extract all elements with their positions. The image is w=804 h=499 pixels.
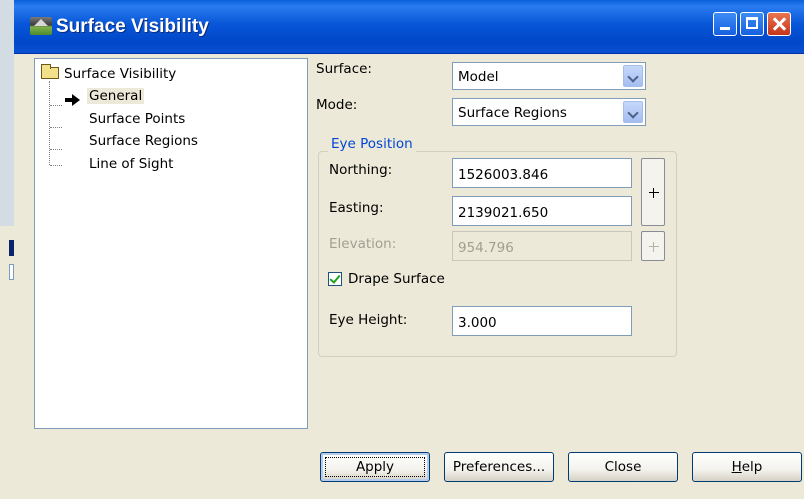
tree-connector xyxy=(50,165,62,166)
elevation-label: Elevation: xyxy=(329,236,397,252)
pick-location-button[interactable] xyxy=(641,158,665,226)
tree-connector xyxy=(50,105,62,106)
northing-field[interactable]: 1526003.846 xyxy=(452,158,632,188)
help-label: elp xyxy=(741,459,763,475)
surface-label: Surface: xyxy=(316,61,372,77)
close-label: Close xyxy=(604,459,642,475)
tree-item-general[interactable]: General xyxy=(87,87,145,105)
tree-connector xyxy=(50,149,62,150)
focus-rect xyxy=(325,457,425,477)
preferences-button[interactable]: Preferences... xyxy=(444,452,554,482)
maximize-button[interactable] xyxy=(740,12,764,36)
pick-elevation-button xyxy=(641,231,665,261)
elevation-field: 954.796 xyxy=(452,231,632,261)
drape-surface-checkbox[interactable] xyxy=(328,272,342,286)
folder-icon xyxy=(41,64,59,79)
tree-connector xyxy=(50,127,62,128)
crosshair-icon xyxy=(649,188,659,198)
arrow-icon xyxy=(65,94,83,106)
tree-root[interactable]: Surface Visibility xyxy=(64,65,176,83)
apply-button[interactable]: Apply xyxy=(320,452,430,482)
eye-position-title: Eye Position xyxy=(328,135,416,153)
app-icon xyxy=(30,17,52,35)
minimize-button[interactable] xyxy=(713,12,737,36)
surface-select[interactable]: Model xyxy=(452,62,646,90)
eye-height-label: Eye Height: xyxy=(329,312,408,328)
elevation-value: 954.796 xyxy=(458,240,514,256)
preferences-label: Preferences... xyxy=(452,459,546,475)
navigation-tree[interactable]: Surface Visibility General Surface Point… xyxy=(34,58,308,429)
tree-item-surface-regions[interactable]: Surface Regions xyxy=(89,132,198,150)
close-button[interactable]: Close xyxy=(568,452,678,482)
crosshair-icon xyxy=(649,242,659,252)
close-window-button[interactable] xyxy=(767,12,791,36)
surface-visibility-dialog: Surface Visibility Surface Visibility Ge… xyxy=(14,0,804,499)
northing-value: 1526003.846 xyxy=(458,167,549,183)
chevron-down-icon[interactable] xyxy=(623,65,643,87)
tree-item-surface-points[interactable]: Surface Points xyxy=(89,110,185,128)
tree-item-line-of-sight[interactable]: Line of Sight xyxy=(89,155,173,173)
mode-label: Mode: xyxy=(316,97,358,113)
mode-select-value: Surface Regions xyxy=(458,105,567,121)
tree-connector xyxy=(49,81,50,165)
easting-label: Easting: xyxy=(329,200,384,216)
help-mnemonic: H xyxy=(731,459,742,475)
background-window-strip xyxy=(0,226,15,499)
tree-item-label: General xyxy=(87,88,145,104)
surface-select-value: Model xyxy=(458,69,499,85)
dialog-body: Surface Visibility General Surface Point… xyxy=(14,54,804,499)
window-title: Surface Visibility xyxy=(56,16,209,37)
eye-height-value: 3.000 xyxy=(458,315,497,331)
help-button[interactable]: Help xyxy=(692,452,802,482)
northing-label: Northing: xyxy=(329,162,393,178)
easting-field[interactable]: 2139021.650 xyxy=(452,196,632,226)
mode-select[interactable]: Surface Regions xyxy=(452,98,646,126)
eye-height-field[interactable]: 3.000 xyxy=(452,306,632,336)
drape-surface-label[interactable]: Drape Surface xyxy=(348,270,445,288)
easting-value: 2139021.650 xyxy=(458,205,549,221)
chevron-down-icon[interactable] xyxy=(623,101,643,123)
title-bar[interactable]: Surface Visibility xyxy=(14,0,804,54)
